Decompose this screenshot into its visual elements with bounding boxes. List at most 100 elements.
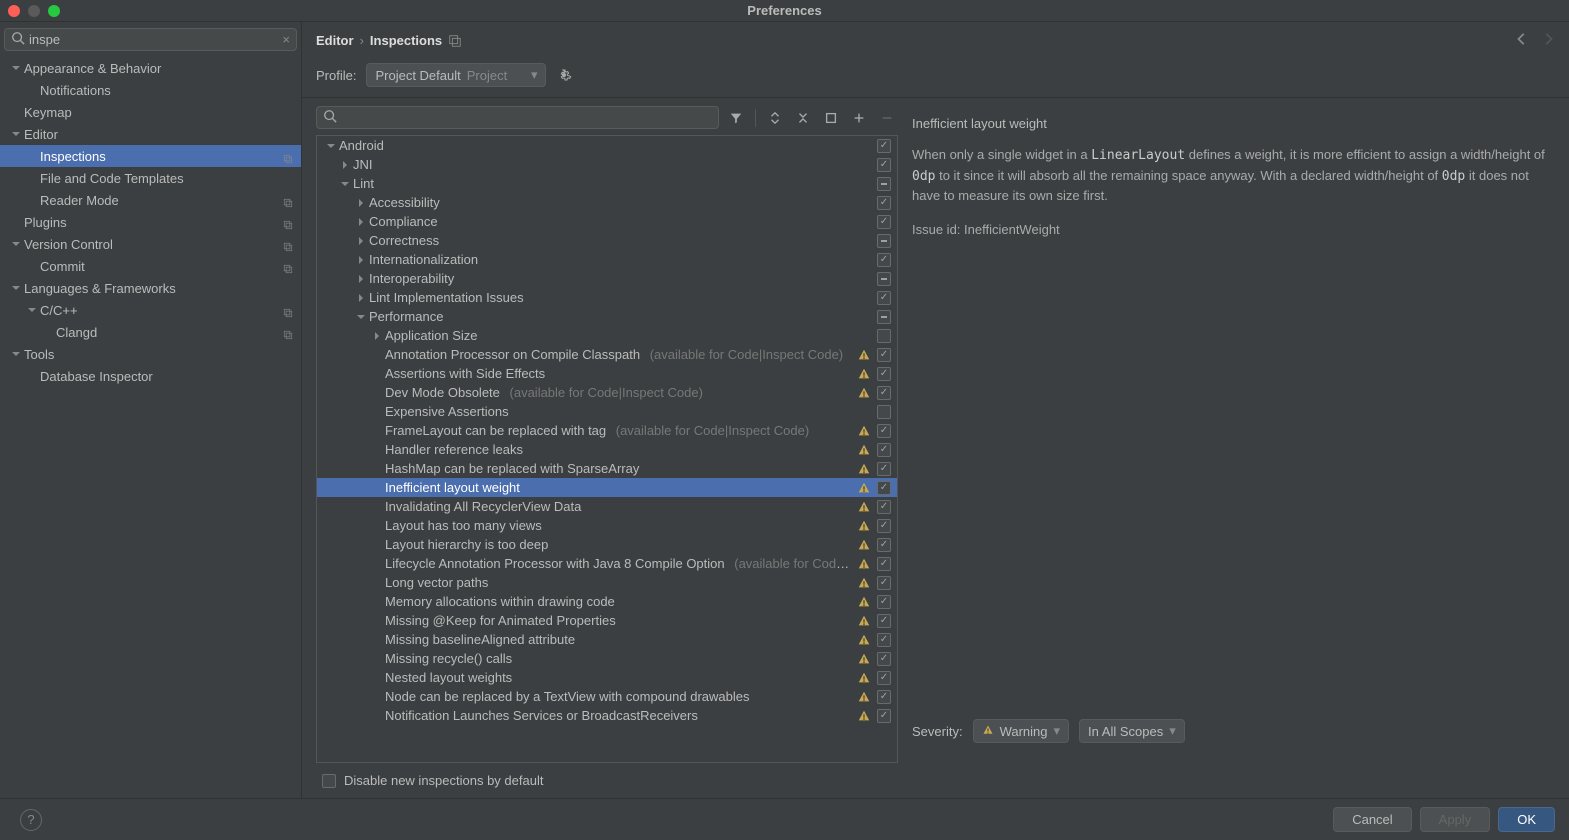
cancel-button[interactable]: Cancel — [1333, 807, 1411, 832]
inspection-row[interactable]: Notification Launches Services or Broadc… — [317, 706, 897, 725]
inspection-row[interactable]: Android — [317, 136, 897, 155]
inspection-row[interactable]: Handler reference leaks — [317, 440, 897, 459]
inspection-checkbox[interactable] — [877, 671, 891, 685]
severity-dropdown[interactable]: Warning ▾ — [973, 719, 1069, 743]
sidebar-item[interactable]: Languages & Frameworks — [0, 277, 301, 299]
inspection-checkbox[interactable] — [877, 158, 891, 172]
gear-icon[interactable] — [556, 67, 572, 83]
scope-dropdown[interactable]: In All Scopes ▾ — [1079, 719, 1185, 743]
sidebar-item[interactable]: Commit — [0, 255, 301, 277]
inspection-checkbox[interactable] — [877, 633, 891, 647]
inspection-checkbox[interactable] — [877, 329, 891, 343]
inspection-row[interactable]: Application Size — [317, 326, 897, 345]
ok-button[interactable]: OK — [1498, 807, 1555, 832]
sidebar-item[interactable]: Reader Mode — [0, 189, 301, 211]
inspection-checkbox[interactable] — [877, 481, 891, 495]
inspection-row[interactable]: Annotation Processor on Compile Classpat… — [317, 345, 897, 364]
apply-button[interactable]: Apply — [1420, 807, 1491, 832]
inspection-row[interactable]: Nested layout weights — [317, 668, 897, 687]
maximize-window-button[interactable] — [48, 5, 60, 17]
inspection-checkbox[interactable] — [877, 177, 891, 191]
inspection-row[interactable]: Dev Mode Obsolete (available for Code|In… — [317, 383, 897, 402]
inspection-row[interactable]: Missing recycle() calls — [317, 649, 897, 668]
inspection-checkbox[interactable] — [877, 272, 891, 286]
sidebar-item[interactable]: Keymap — [0, 101, 301, 123]
inspection-row[interactable]: Internationalization — [317, 250, 897, 269]
inspection-row[interactable]: Lint — [317, 174, 897, 193]
inspection-row[interactable]: Invalidating All RecyclerView Data — [317, 497, 897, 516]
inspection-search[interactable] — [316, 106, 719, 129]
nav-back-icon[interactable] — [1515, 32, 1529, 49]
inspection-checkbox[interactable] — [877, 310, 891, 324]
collapse-all-icon[interactable] — [792, 107, 814, 129]
inspection-checkbox[interactable] — [877, 443, 891, 457]
inspection-row[interactable]: Lifecycle Annotation Processor with Java… — [317, 554, 897, 573]
disable-new-inspections-checkbox[interactable] — [322, 774, 336, 788]
inspection-row[interactable]: JNI — [317, 155, 897, 174]
inspection-checkbox[interactable] — [877, 690, 891, 704]
sidebar-item[interactable]: Clangd — [0, 321, 301, 343]
inspection-checkbox[interactable] — [877, 538, 891, 552]
inspection-checkbox[interactable] — [877, 500, 891, 514]
inspection-row[interactable]: Missing @Keep for Animated Properties — [317, 611, 897, 630]
filter-icon[interactable] — [725, 107, 747, 129]
sidebar-item[interactable]: Version Control — [0, 233, 301, 255]
inspection-checkbox[interactable] — [877, 405, 891, 419]
inspection-row[interactable]: Missing baselineAligned attribute — [317, 630, 897, 649]
sidebar-item[interactable]: Appearance & Behavior — [0, 57, 301, 79]
inspection-checkbox[interactable] — [877, 139, 891, 153]
help-button[interactable]: ? — [20, 809, 42, 831]
sidebar-item[interactable]: File and Code Templates — [0, 167, 301, 189]
inspection-row[interactable]: Layout hierarchy is too deep — [317, 535, 897, 554]
settings-tree[interactable]: Appearance & BehaviorNotificationsKeymap… — [0, 57, 301, 798]
inspection-checkbox[interactable] — [877, 462, 891, 476]
inspection-row[interactable]: Compliance — [317, 212, 897, 231]
inspection-row[interactable]: Performance — [317, 307, 897, 326]
sidebar-item[interactable]: C/C++ — [0, 299, 301, 321]
inspection-checkbox[interactable] — [877, 595, 891, 609]
sidebar-item[interactable]: Editor — [0, 123, 301, 145]
sidebar-item[interactable]: Database Inspector — [0, 365, 301, 387]
inspection-row[interactable]: Interoperability — [317, 269, 897, 288]
sidebar-item[interactable]: Notifications — [0, 79, 301, 101]
inspection-row[interactable]: Accessibility — [317, 193, 897, 212]
inspection-row[interactable]: Memory allocations within drawing code — [317, 592, 897, 611]
inspection-checkbox[interactable] — [877, 576, 891, 590]
inspection-search-input[interactable] — [341, 110, 712, 125]
inspection-row[interactable]: FrameLayout can be replaced with tag (av… — [317, 421, 897, 440]
inspection-checkbox[interactable] — [877, 253, 891, 267]
inspection-checkbox[interactable] — [877, 215, 891, 229]
add-icon[interactable] — [848, 107, 870, 129]
reset-icon[interactable] — [820, 107, 842, 129]
remove-icon[interactable] — [876, 107, 898, 129]
close-window-button[interactable] — [8, 5, 20, 17]
inspection-checkbox[interactable] — [877, 557, 891, 571]
inspection-checkbox[interactable] — [877, 424, 891, 438]
minimize-window-button[interactable] — [28, 5, 40, 17]
inspection-checkbox[interactable] — [877, 196, 891, 210]
inspection-checkbox[interactable] — [877, 519, 891, 533]
inspection-row[interactable]: Correctness — [317, 231, 897, 250]
inspection-row[interactable]: Long vector paths — [317, 573, 897, 592]
inspection-row[interactable]: Lint Implementation Issues — [317, 288, 897, 307]
clear-search-icon[interactable]: × — [282, 32, 290, 47]
inspection-row[interactable]: Assertions with Side Effects — [317, 364, 897, 383]
inspection-checkbox[interactable] — [877, 614, 891, 628]
inspection-checkbox[interactable] — [877, 709, 891, 723]
breadcrumb-root[interactable]: Editor — [316, 33, 354, 48]
inspection-row[interactable]: HashMap can be replaced with SparseArray — [317, 459, 897, 478]
inspection-row[interactable]: Inefficient layout weight — [317, 478, 897, 497]
inspection-checkbox[interactable] — [877, 348, 891, 362]
sidebar-item[interactable]: Inspections — [0, 145, 301, 167]
inspection-checkbox[interactable] — [877, 652, 891, 666]
settings-search-input[interactable] — [29, 32, 282, 47]
inspection-checkbox[interactable] — [877, 234, 891, 248]
inspection-tree[interactable]: AndroidJNILintAccessibilityComplianceCor… — [316, 135, 898, 763]
sidebar-item[interactable]: Tools — [0, 343, 301, 365]
inspection-row[interactable]: Node can be replaced by a TextView with … — [317, 687, 897, 706]
expand-all-icon[interactable] — [764, 107, 786, 129]
profile-dropdown[interactable]: Project Default Project ▾ — [366, 63, 546, 87]
inspection-row[interactable]: Expensive Assertions — [317, 402, 897, 421]
inspection-row[interactable]: Layout has too many views — [317, 516, 897, 535]
settings-search[interactable]: × — [4, 28, 297, 51]
